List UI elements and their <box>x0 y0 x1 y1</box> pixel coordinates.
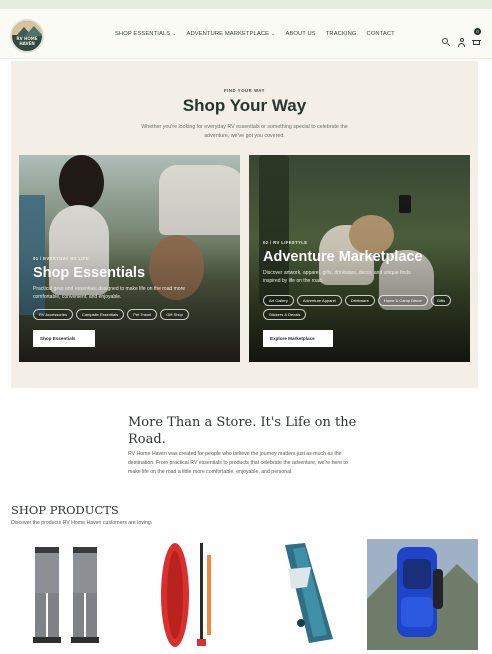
shop-essentials-button[interactable]: Shop Essentials <box>33 330 95 347</box>
nav-tracking[interactable]: TRACKING <box>326 31 357 37</box>
card-eyebrow: 01 / EVERYDAY RV LIFE <box>33 256 90 261</box>
rv-home-haven-logo[interactable]: RV HOME HAVEN <box>10 19 44 53</box>
cart-icon[interactable] <box>472 38 481 47</box>
card-title: Shop Essentials <box>33 265 146 281</box>
nav-about-us[interactable]: ABOUT US <box>285 31 315 37</box>
chevron-down-icon: ⌄ <box>172 31 177 37</box>
card-tags: RV Accessories Campsite Essentials Pet T… <box>33 309 228 320</box>
card-eyebrow: 02 / RV LIFESTYLE <box>263 240 308 245</box>
tag-campsite-essentials[interactable]: Campsite Essentials <box>75 309 125 320</box>
product-hiking-backpack[interactable] <box>367 539 478 650</box>
announcement-bar <box>0 0 492 9</box>
tag-home-camp-decor[interactable]: Home & Camp Décor <box>377 295 428 306</box>
shop-essentials-card[interactable]: 01 / EVERYDAY RV LIFE Shop Essentials Pr… <box>19 155 240 362</box>
tag-rv-accessories[interactable]: RV Accessories <box>33 309 73 320</box>
inflatable-kayak-image <box>285 543 333 643</box>
search-icon[interactable] <box>442 38 451 47</box>
card-description: Practical gear and essentials designed t… <box>33 286 186 300</box>
main-nav: SHOP ESSENTIALS ⌄ ADVENTURE MARKETPLACE ⌄ … <box>115 31 395 37</box>
nav-adventure-marketplace[interactable]: ADVENTURE MARKETPLACE ⌄ <box>187 31 276 37</box>
cart-count-badge: 0 <box>474 28 481 35</box>
tag-art-gallery[interactable]: Art Gallery <box>263 295 294 306</box>
header-icons <box>442 38 481 47</box>
tag-pet-travel[interactable]: Pet Travel <box>127 309 158 320</box>
card-tags: Art Gallery Adventure Apparel Drinkware … <box>263 295 458 320</box>
product-paddle-board[interactable] <box>130 539 241 650</box>
account-icon[interactable] <box>457 38 466 47</box>
nav-shop-essentials[interactable]: SHOP ESSENTIALS ⌄ <box>115 31 177 37</box>
shop-products-subtitle: Discover the products RV Home Haven cust… <box>11 520 153 526</box>
adventure-marketplace-card[interactable]: 02 / RV LIFESTYLE Adventure Marketplace … <box>249 155 470 362</box>
site-header: RV HOME HAVEN SHOP ESSENTIALS ⌄ ADVENTURE… <box>0 9 492 59</box>
shop-products-title: SHOP PRODUCTS <box>11 503 119 517</box>
story-body: RV Home Haven was created for people who… <box>128 451 348 475</box>
product-waders[interactable] <box>11 539 122 650</box>
card-description: Discover artwork, apparel, gifts, drinkw… <box>263 270 411 284</box>
section-eyebrow: FIND YOUR WAY <box>223 88 266 93</box>
hiking-backpack-image <box>367 539 478 650</box>
chevron-down-icon: ⌄ <box>271 31 276 37</box>
paddle-board-image <box>161 543 211 647</box>
story-title: More Than a Store. It's Life on the Road… <box>128 415 357 447</box>
shop-your-way-section: FIND YOUR WAY Shop Your Way Whether you'… <box>11 61 478 388</box>
product-inflatable-kayak[interactable] <box>249 539 360 650</box>
waders-image <box>33 547 99 643</box>
tag-adventure-apparel[interactable]: Adventure Apparel <box>296 295 342 306</box>
section-subtitle: Whether you're looking for everyday RV e… <box>141 124 348 139</box>
explore-marketplace-button[interactable]: Explore Marketplace <box>263 330 333 347</box>
card-title: Adventure Marketplace <box>263 249 423 265</box>
tag-gifts[interactable]: Gifts <box>430 295 452 306</box>
logo-text: RV HOME HAVEN <box>16 36 38 46</box>
section-title: Shop Your Way <box>182 96 307 115</box>
tag-gift-shop[interactable]: Gift Shop <box>160 309 189 320</box>
nav-contact[interactable]: CONTACT <box>367 31 395 37</box>
tag-drinkware[interactable]: Drinkware <box>344 295 375 306</box>
tag-stickers-decals[interactable]: Stickers & Decals <box>263 309 307 320</box>
